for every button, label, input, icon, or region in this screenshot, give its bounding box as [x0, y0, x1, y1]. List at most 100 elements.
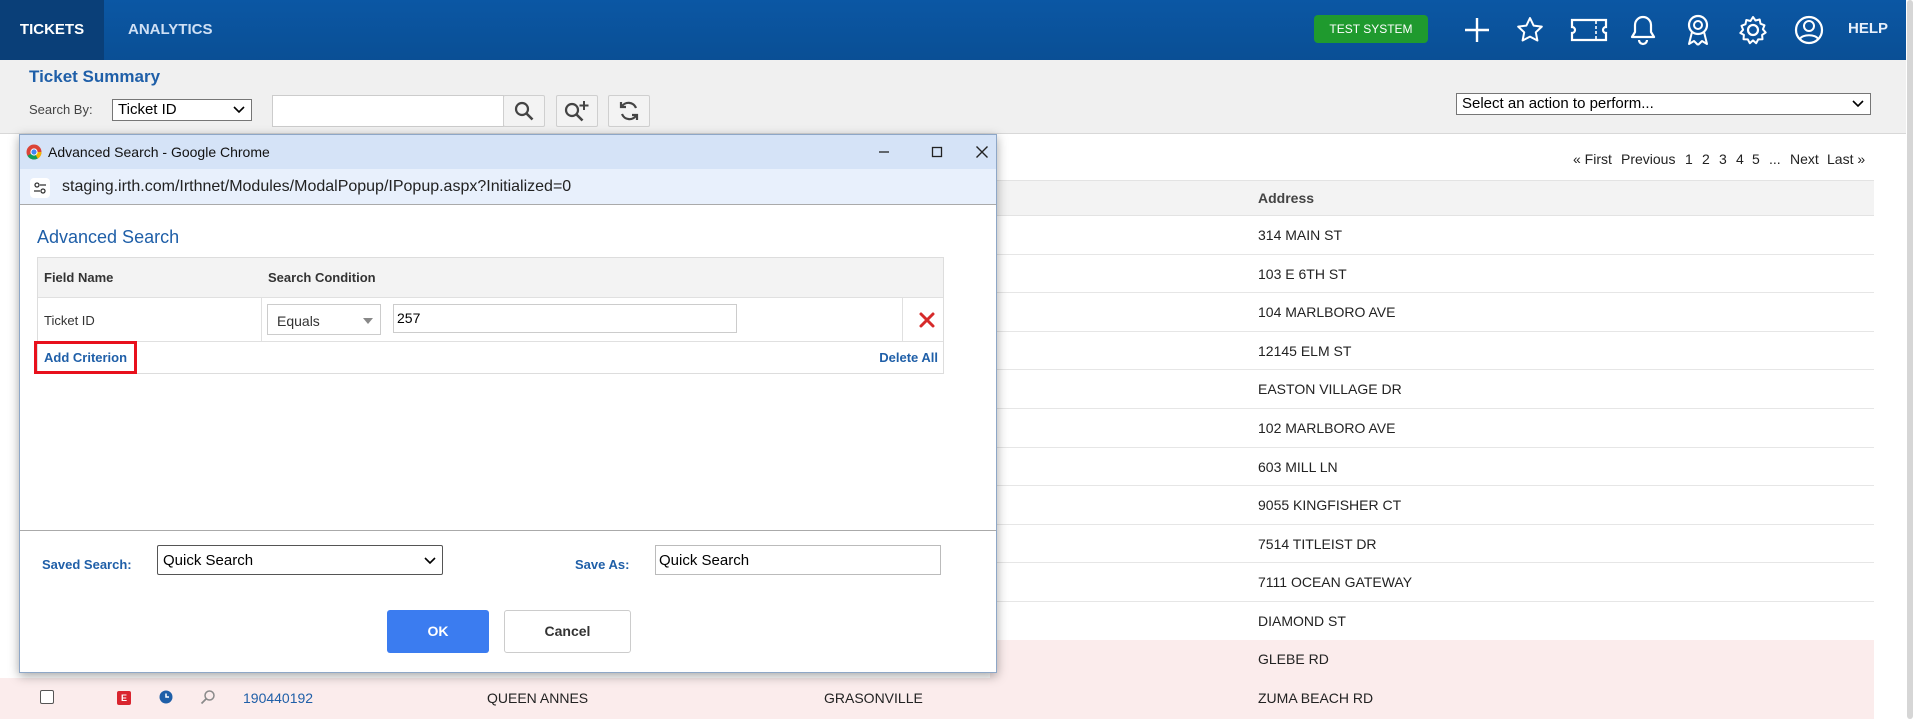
ok-button[interactable]: OK	[387, 610, 489, 653]
save-as-input[interactable]: Quick Search	[655, 545, 941, 575]
delete-all-link[interactable]: Delete All	[879, 350, 938, 365]
search-icon	[514, 101, 534, 121]
table-row[interactable]: GLEBE RD	[990, 640, 1874, 679]
scrollbar[interactable]	[1907, 0, 1913, 719]
criteria-footer: Add Criterion Delete All	[34, 341, 943, 374]
pager-page-2[interactable]: 2	[1702, 151, 1710, 167]
table-row[interactable]: E 190440192 QUEEN ANNES GRASONVILLE ZUMA…	[0, 678, 1874, 719]
county-cell: QUEEN ANNES	[487, 690, 589, 706]
add-criterion-link[interactable]: Add Criterion	[34, 341, 138, 374]
address-cell: 104 MARLBORO AVE	[1258, 304, 1396, 321]
search-input[interactable]	[272, 95, 504, 127]
city-cell: GRASONVILLE	[824, 690, 923, 706]
search-plus-icon	[564, 101, 589, 122]
table-row[interactable]: 314 MAIN ST	[990, 216, 1874, 255]
gear-icon[interactable]	[1735, 12, 1771, 48]
award-icon[interactable]	[1680, 12, 1716, 48]
row-checkbox[interactable]	[40, 690, 54, 704]
cancel-button[interactable]: Cancel	[504, 610, 631, 653]
action-select-value: Select an action to perform...	[1462, 95, 1654, 112]
table-row[interactable]: 102 MARLBORO AVE	[990, 409, 1874, 448]
ticket-icon[interactable]	[1567, 12, 1611, 48]
column-header-address[interactable]: Address	[1258, 190, 1314, 206]
popup-window-title: Advanced Search - Google Chrome	[48, 144, 270, 160]
search-by-value: Ticket ID	[118, 101, 177, 118]
criteria-table: Field Name Search Condition Ticket ID Eq…	[34, 257, 944, 374]
address-cell: EASTON VILLAGE DR	[1258, 381, 1402, 398]
table-row[interactable]: 104 MARLBORO AVE	[990, 293, 1874, 332]
page-title: Ticket Summary	[29, 67, 161, 86]
user-icon[interactable]	[1791, 12, 1827, 48]
popup-address-bar[interactable]: staging.irth.com/Irthnet/Modules/ModalPo…	[20, 169, 996, 205]
tab-tickets[interactable]: TICKETS	[0, 0, 104, 60]
bell-icon[interactable]	[1625, 12, 1661, 48]
refresh-icon	[619, 101, 639, 121]
emergency-badge: E	[117, 691, 131, 705]
delete-criterion-icon[interactable]	[918, 311, 936, 329]
table-row[interactable]: DIAMOND ST	[990, 602, 1874, 641]
pager-first[interactable]: « First	[1573, 151, 1612, 167]
condition-value-input[interactable]: 257	[393, 304, 737, 333]
search-icon[interactable]	[200, 689, 216, 708]
maximize-icon[interactable]	[915, 139, 959, 165]
table-row[interactable]: EASTON VILLAGE DR	[990, 370, 1874, 409]
chevron-down-icon	[424, 552, 436, 569]
table-row[interactable]: 9055 KINGFISHER CT	[990, 486, 1874, 525]
pager-page-4[interactable]: 4	[1736, 151, 1744, 167]
search-by-select[interactable]: Ticket ID	[112, 99, 252, 121]
table-row[interactable]: 7514 TITLEIST DR	[990, 525, 1874, 564]
table-header	[990, 180, 1874, 216]
address-cell: ZUMA BEACH RD	[1258, 690, 1374, 706]
ticket-number-link[interactable]: 190440192	[243, 690, 313, 706]
pager-next[interactable]: Next	[1790, 151, 1819, 167]
address-cell: DIAMOND ST	[1258, 613, 1346, 629]
table-row[interactable]: 12145 ELM ST	[990, 332, 1874, 371]
popup-footer: Saved Search: Quick Search Save As: Quic…	[20, 530, 996, 672]
address-cell: 603 MILL LN	[1258, 458, 1338, 475]
popup-titlebar[interactable]: Advanced Search - Google Chrome	[20, 135, 996, 169]
ticket-summary-header: Ticket Summary Search By: Ticket ID Sele…	[0, 60, 1906, 134]
minimize-icon[interactable]	[862, 139, 906, 165]
pager-last[interactable]: Last »	[1827, 151, 1865, 167]
popup-url: staging.irth.com/Irthnet/Modules/ModalPo…	[62, 178, 572, 195]
criterion-field-name: Ticket ID	[44, 313, 95, 328]
saved-search-value: Quick Search	[163, 552, 254, 569]
site-settings-icon[interactable]	[30, 178, 50, 198]
clock-icon	[159, 690, 173, 707]
address-cell: 9055 KINGFISHER CT	[1258, 497, 1402, 514]
help-link[interactable]: HELP	[1848, 0, 1888, 58]
search-button[interactable]	[503, 95, 545, 127]
pager-current-page: 1	[1685, 151, 1693, 167]
condition-value: Equals	[277, 313, 320, 329]
field-name-header: Field Name	[44, 270, 114, 285]
search-condition-header: Search Condition	[268, 270, 376, 285]
pager-page-5[interactable]: 5	[1752, 151, 1760, 167]
action-select[interactable]: Select an action to perform...	[1456, 93, 1871, 115]
pager-ellipsis: ...	[1769, 151, 1781, 167]
address-cell: GLEBE RD	[1258, 651, 1329, 667]
test-system-badge: TEST SYSTEM	[1314, 15, 1428, 43]
pager-page-3[interactable]: 3	[1719, 151, 1727, 167]
close-icon[interactable]	[960, 139, 1004, 165]
advanced-search-heading: Advanced Search	[37, 227, 180, 247]
chevron-down-icon	[233, 100, 245, 120]
address-cell: 7111 OCEAN GATEWAY	[1258, 574, 1413, 591]
star-icon[interactable]	[1512, 12, 1548, 48]
criteria-header: Field Name Search Condition	[38, 258, 943, 298]
table-row[interactable]: 603 MILL LN	[990, 448, 1874, 487]
advanced-search-popup: Advanced Search - Google Chrome staging.…	[19, 134, 997, 673]
chevron-down-icon	[1852, 94, 1864, 114]
saved-search-select[interactable]: Quick Search	[157, 545, 443, 575]
refresh-button[interactable]	[608, 95, 650, 127]
save-as-label: Save As:	[575, 557, 630, 572]
condition-select[interactable]: Equals	[267, 304, 381, 335]
criterion-row: Ticket ID Equals 257	[38, 298, 943, 342]
chrome-icon	[26, 144, 42, 160]
table-row[interactable]: 7111 OCEAN GATEWAY	[990, 563, 1874, 602]
pager-previous[interactable]: Previous	[1621, 151, 1675, 167]
table-row[interactable]: 103 E 6TH ST	[990, 255, 1874, 294]
advanced-search-button[interactable]	[556, 95, 598, 127]
chevron-down-icon	[363, 318, 373, 324]
tab-analytics[interactable]: ANALYTICS	[128, 0, 212, 60]
plus-icon[interactable]	[1459, 12, 1495, 48]
